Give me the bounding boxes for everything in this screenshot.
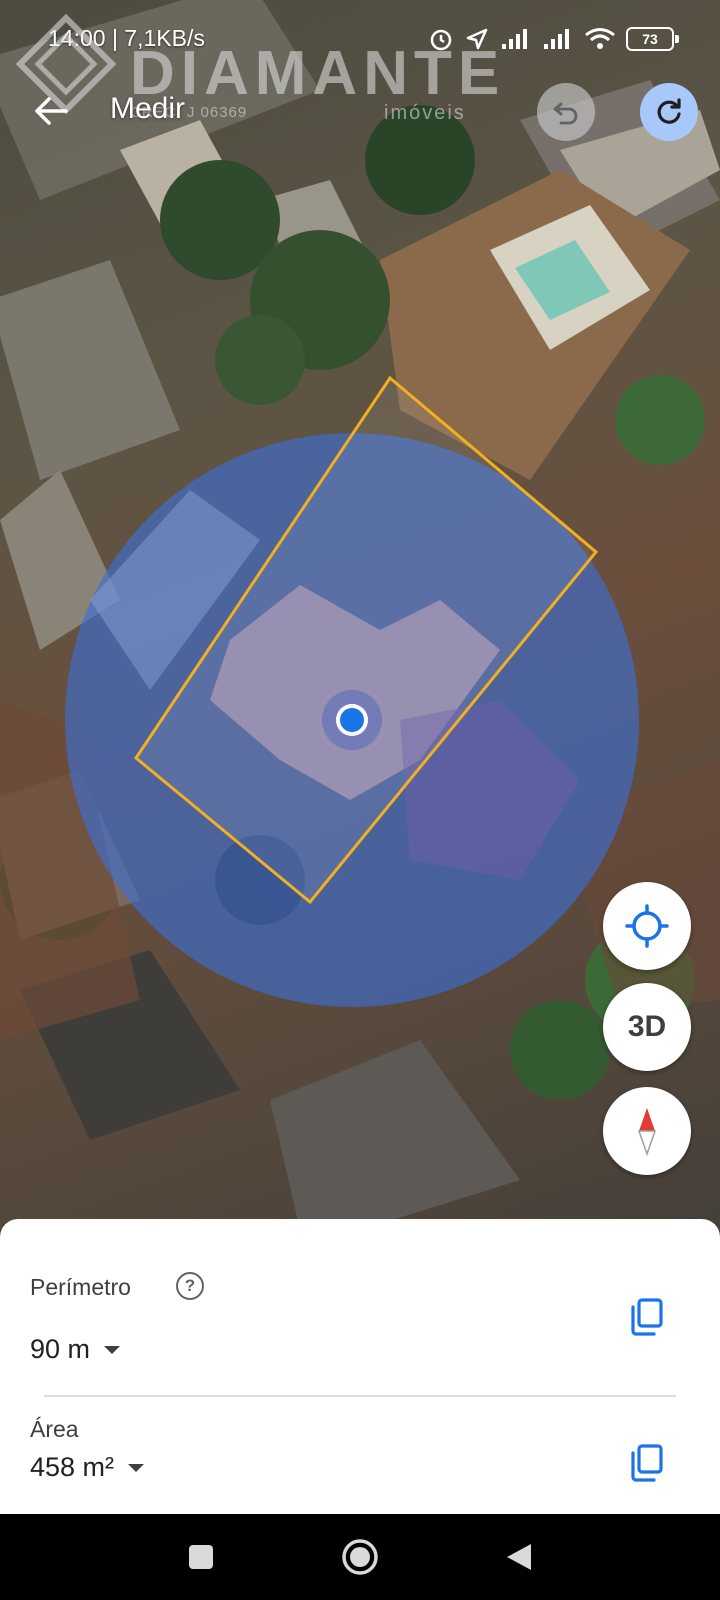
area-label: Área (30, 1416, 79, 1442)
home-icon (342, 1539, 378, 1575)
copy-perimeter-button[interactable] (620, 1291, 672, 1343)
alarm-icon (430, 29, 452, 51)
dropdown-caret-icon (104, 1345, 121, 1354)
home-button[interactable] (339, 1536, 381, 1578)
battery-indicator: 73 (626, 27, 679, 51)
undo-icon (553, 102, 578, 125)
perimeter-value: 90 m (30, 1334, 91, 1364)
system-nav-bar (0, 1514, 720, 1600)
copy-area-button[interactable] (620, 1437, 672, 1489)
signal-icon (502, 29, 527, 49)
help-icon[interactable]: ? (176, 1272, 204, 1300)
undo-button[interactable] (537, 83, 595, 141)
recents-icon (189, 1545, 213, 1569)
compass-button[interactable] (603, 1087, 691, 1175)
navigation-icon (466, 28, 488, 50)
perimeter-label: Perímetro (30, 1274, 131, 1300)
divider (44, 1395, 676, 1397)
back-button[interactable] (26, 86, 76, 136)
wifi-icon (585, 28, 615, 49)
status-time-and-speed: 14:00 | 7,1KB/s (48, 25, 205, 51)
my-location-button[interactable] (603, 882, 691, 970)
back-arrow-icon (35, 97, 68, 125)
back-triangle-icon (507, 1544, 531, 1570)
three-d-button[interactable]: 3D (603, 983, 691, 1071)
copy-icon (631, 1444, 663, 1482)
my-location-icon (625, 904, 669, 948)
perimeter-value-dropdown[interactable]: 90 m (30, 1334, 121, 1365)
signal-icon (544, 29, 569, 49)
status-icons: 73 (428, 24, 679, 54)
dropdown-caret-icon (128, 1463, 145, 1472)
copy-icon (631, 1298, 663, 1336)
page-title: Medir (110, 92, 186, 125)
area-value-dropdown[interactable]: 458 m² (30, 1452, 145, 1483)
area-value: 458 m² (30, 1452, 115, 1482)
redo-icon (657, 98, 681, 124)
back-nav-button[interactable] (498, 1536, 540, 1578)
recents-button[interactable] (180, 1536, 222, 1578)
compass-icon (637, 1108, 657, 1156)
status-bar: 14:00 | 7,1KB/s 73 (0, 0, 720, 80)
redo-button[interactable] (640, 83, 698, 141)
